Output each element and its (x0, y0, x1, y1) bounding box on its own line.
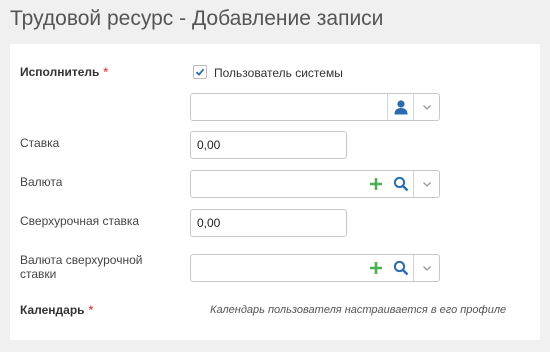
rate-input[interactable]: 0,00 (190, 131, 347, 159)
calendar-label-text: Календарь (20, 303, 85, 317)
check-icon (195, 68, 205, 76)
overtime-currency-input[interactable] (191, 255, 363, 281)
calendar-hint: Календарь пользователя настраивается в е… (210, 304, 507, 316)
overtime-currency-select[interactable] (190, 254, 440, 282)
system-user-label: Пользователь системы (214, 66, 343, 80)
select-user-button[interactable] (387, 94, 413, 120)
calendar-label: Календарь * (20, 303, 93, 317)
rate-label: Ставка (20, 136, 60, 150)
currency-select[interactable] (190, 170, 440, 198)
executor-label: Исполнитель * (20, 65, 108, 79)
executor-select[interactable] (190, 93, 440, 121)
overtime-rate-label: Сверхурочная ставка (20, 214, 140, 228)
page-title: Трудовой ресурс - Добавление записи (10, 7, 384, 30)
executor-label-text: Исполнитель (20, 65, 100, 79)
chevron-down-icon (422, 105, 431, 110)
currency-add-button[interactable] (363, 171, 388, 197)
overtime-currency-dropdown-button[interactable] (413, 255, 439, 281)
overtime-currency-search-button[interactable] (388, 255, 413, 281)
chevron-down-icon (422, 266, 431, 271)
overtime-rate-input[interactable]: 0,00 (190, 209, 347, 237)
currency-search-button[interactable] (388, 171, 413, 197)
plus-icon (369, 178, 382, 190)
user-icon (394, 100, 407, 115)
form-panel: Исполнитель * Пользователь системы Ставка… (10, 44, 540, 340)
chevron-down-icon (422, 182, 431, 187)
currency-input[interactable] (191, 171, 363, 197)
overtime-currency-label: Валюта сверхурочной ставки (20, 253, 142, 281)
executor-dropdown-button[interactable] (413, 94, 439, 120)
plus-icon (369, 262, 382, 274)
system-user-checkbox[interactable] (193, 65, 207, 79)
overtime-currency-add-button[interactable] (363, 255, 388, 281)
overtime-currency-label-line2: ставки (20, 267, 57, 281)
required-mark: * (88, 303, 94, 317)
overtime-currency-label-line1: Валюта сверхурочной (20, 253, 143, 267)
required-mark: * (103, 65, 109, 79)
search-icon (393, 260, 408, 276)
currency-dropdown-button[interactable] (413, 171, 439, 197)
executor-input[interactable] (191, 94, 387, 120)
currency-label: Валюта (20, 175, 63, 189)
search-icon (393, 176, 408, 192)
